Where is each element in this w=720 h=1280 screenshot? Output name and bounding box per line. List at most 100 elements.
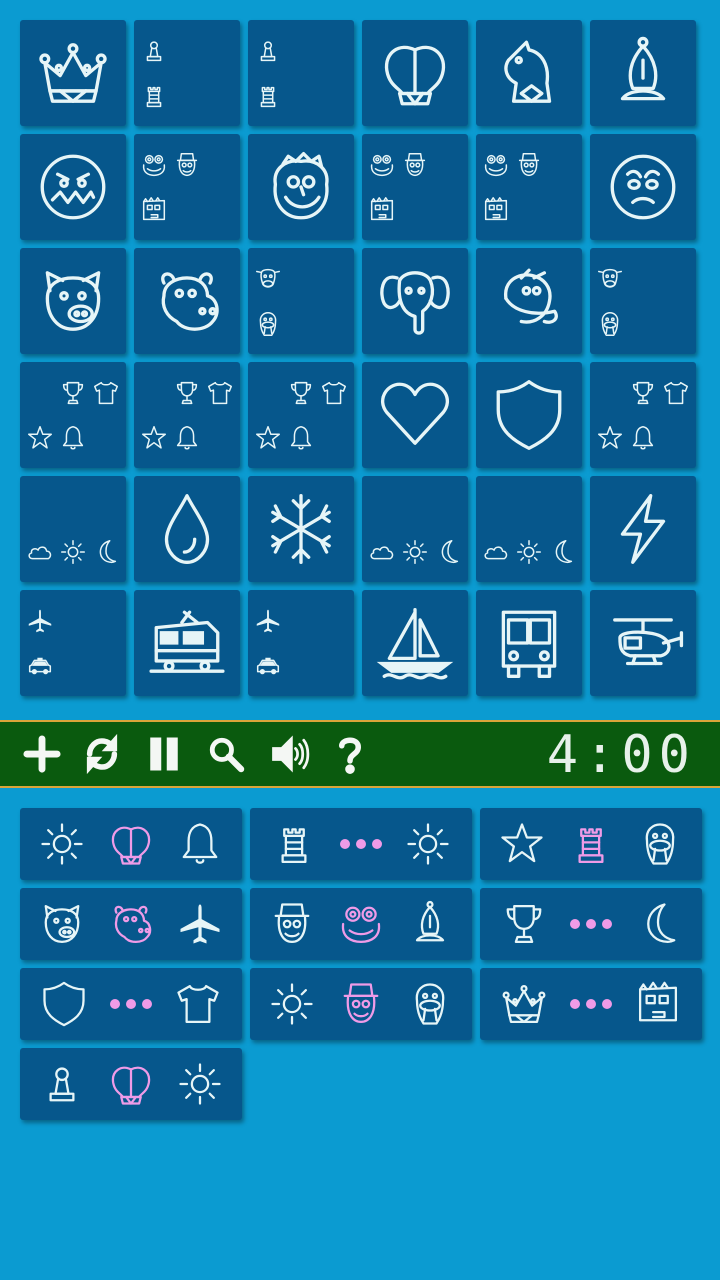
sun-icon bbox=[41, 823, 83, 865]
target-card bbox=[480, 888, 702, 960]
cloud-icon bbox=[28, 545, 52, 559]
board-tile[interactable] bbox=[248, 476, 354, 582]
king-icon bbox=[384, 45, 446, 106]
board-tile[interactable] bbox=[134, 20, 240, 126]
moon-icon bbox=[647, 903, 676, 944]
board-tile[interactable] bbox=[476, 134, 582, 240]
pause-button[interactable] bbox=[140, 730, 188, 778]
mini-symbol bbox=[138, 150, 171, 180]
heart-icon bbox=[381, 382, 449, 445]
board-tile[interactable] bbox=[134, 362, 240, 468]
board-tile[interactable] bbox=[134, 134, 240, 240]
helicopter-icon bbox=[613, 618, 684, 666]
help-button[interactable] bbox=[326, 730, 374, 778]
board-tile[interactable] bbox=[20, 248, 126, 354]
board-tile[interactable] bbox=[476, 362, 582, 468]
star-icon bbox=[28, 425, 53, 449]
king-icon bbox=[111, 1066, 151, 1105]
board-tile[interactable] bbox=[20, 20, 126, 126]
board-tile[interactable] bbox=[362, 476, 468, 582]
rook-icon bbox=[281, 828, 307, 864]
zigzag-face-icon bbox=[40, 154, 106, 220]
board-tile[interactable] bbox=[590, 476, 696, 582]
mini-symbol bbox=[252, 651, 285, 681]
bell-icon bbox=[632, 425, 654, 450]
knight-icon bbox=[504, 40, 552, 103]
board-tile[interactable] bbox=[590, 362, 696, 468]
airplane-icon bbox=[180, 904, 220, 944]
airplane-icon bbox=[29, 609, 52, 632]
board-tile[interactable] bbox=[20, 362, 126, 468]
board-tile[interactable] bbox=[590, 134, 696, 240]
sound-button[interactable] bbox=[266, 730, 314, 778]
target-card bbox=[20, 1048, 242, 1120]
mini-symbol bbox=[89, 537, 122, 567]
search-button[interactable] bbox=[202, 730, 250, 778]
mini-symbol bbox=[659, 378, 692, 408]
countdown-timer: 4:00 bbox=[546, 725, 696, 785]
mini-symbol bbox=[24, 651, 57, 681]
camel-icon bbox=[504, 268, 558, 324]
board-tile[interactable] bbox=[590, 248, 696, 354]
board-tile[interactable] bbox=[476, 590, 582, 696]
bishop-icon bbox=[620, 36, 666, 101]
board-tile[interactable] bbox=[590, 590, 696, 696]
mini-symbol bbox=[24, 423, 57, 453]
worried-face-icon bbox=[610, 154, 676, 220]
board-tile[interactable] bbox=[476, 20, 582, 126]
missing-symbol-dots bbox=[570, 999, 612, 1009]
board-tile[interactable] bbox=[248, 20, 354, 126]
sun-icon bbox=[407, 823, 449, 865]
board-tile[interactable] bbox=[362, 134, 468, 240]
mini-symbol bbox=[252, 81, 285, 111]
pig-icon bbox=[44, 904, 80, 944]
pause-icon bbox=[150, 737, 178, 771]
board-tile[interactable] bbox=[134, 590, 240, 696]
board-tile[interactable] bbox=[134, 476, 240, 582]
tshirt-icon bbox=[93, 381, 118, 404]
add-button[interactable] bbox=[18, 730, 66, 778]
board-tile[interactable] bbox=[20, 134, 126, 240]
shield-icon bbox=[496, 380, 562, 450]
rook-icon bbox=[147, 86, 162, 107]
mini-symbol bbox=[399, 150, 432, 180]
speaker-icon bbox=[272, 735, 310, 773]
board-tile[interactable] bbox=[248, 134, 354, 240]
board-tile[interactable] bbox=[362, 362, 468, 468]
board-tile[interactable] bbox=[134, 248, 240, 354]
board-tile[interactable] bbox=[476, 476, 582, 582]
board-tile[interactable] bbox=[362, 590, 468, 696]
board-tile[interactable] bbox=[590, 20, 696, 126]
mini-symbol bbox=[171, 150, 204, 180]
board-tile[interactable] bbox=[20, 590, 126, 696]
bus-icon bbox=[501, 610, 557, 678]
help-icon bbox=[339, 737, 361, 774]
trophy-icon bbox=[176, 381, 198, 404]
board-tile[interactable] bbox=[248, 590, 354, 696]
trophy-icon bbox=[506, 904, 542, 944]
top-hat-face-icon bbox=[404, 152, 426, 176]
taxi-icon bbox=[29, 657, 52, 674]
refresh-button[interactable] bbox=[78, 730, 126, 778]
missing-symbol-dots bbox=[340, 839, 382, 849]
moon-icon bbox=[99, 539, 116, 563]
board-tile[interactable] bbox=[20, 476, 126, 582]
walrus-icon bbox=[415, 983, 444, 1025]
target-card bbox=[250, 968, 472, 1040]
board-tile[interactable] bbox=[362, 20, 468, 126]
board-tile[interactable] bbox=[248, 362, 354, 468]
missing-symbol-dots bbox=[570, 919, 612, 929]
mini-symbol bbox=[399, 537, 432, 567]
mini-symbol bbox=[366, 150, 399, 180]
mini-symbol bbox=[138, 195, 171, 225]
target-card bbox=[20, 888, 242, 960]
mini-symbol bbox=[24, 537, 57, 567]
board-tile[interactable] bbox=[248, 248, 354, 354]
mini-symbol bbox=[431, 537, 464, 567]
rook-icon bbox=[578, 828, 604, 864]
mini-symbol bbox=[252, 606, 285, 636]
board-tile[interactable] bbox=[362, 248, 468, 354]
board-tile[interactable] bbox=[476, 248, 582, 354]
raindrop-icon bbox=[164, 494, 210, 564]
mini-symbol bbox=[594, 264, 627, 294]
